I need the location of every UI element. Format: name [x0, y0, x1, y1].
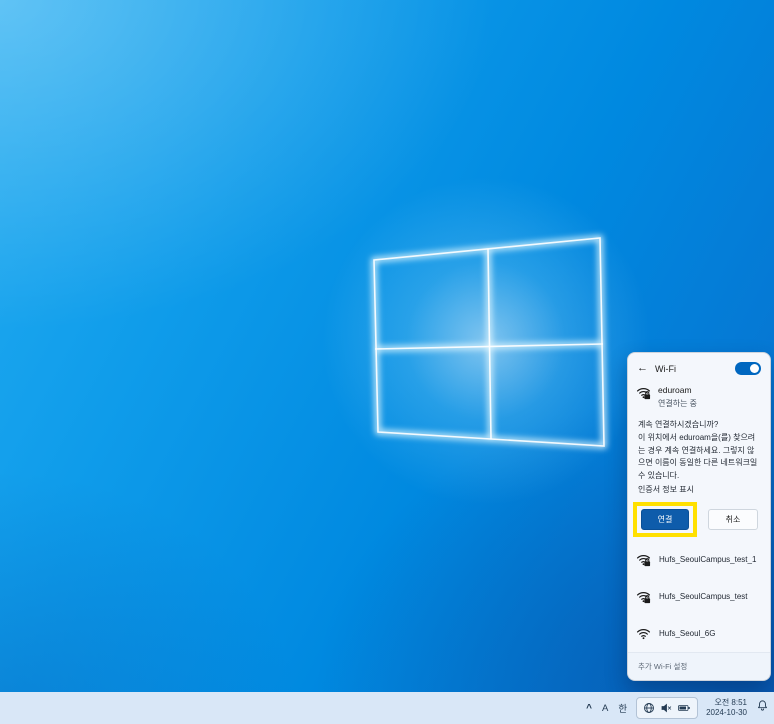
- network-list: Hufs_SeoulCampus_test_1 Hufs_SeoulCampus…: [628, 541, 770, 652]
- show-hidden-icons-chevron[interactable]: ^: [585, 703, 593, 714]
- clock-time: 오전 8:51: [706, 698, 747, 708]
- clock-date: 2024-10-30: [706, 708, 747, 718]
- globe-network-icon: [643, 702, 655, 714]
- network-item[interactable]: Hufs_SeoulCampus_test_1: [628, 541, 770, 578]
- wifi-toggle-knob: [750, 364, 759, 373]
- connect-button[interactable]: 연결: [641, 509, 689, 530]
- ssid-label: Hufs_SeoulCampus_test: [659, 592, 748, 601]
- wifi-flyout-panel: ← Wi-Fi eduroam 연결하는 중 계속 연결하시겠습니까? 이 위치…: [627, 352, 771, 681]
- wifi-lock-icon: [636, 385, 651, 400]
- wifi-toggle[interactable]: [735, 362, 761, 375]
- wifi-lock-icon: [636, 589, 651, 604]
- ime-korean-indicator[interactable]: 한: [617, 701, 628, 715]
- network-item[interactable]: Hufs_Seoul_6G: [628, 615, 770, 652]
- screen: ← Wi-Fi eduroam 연결하는 중 계속 연결하시겠습니까? 이 위치…: [0, 0, 774, 724]
- ssid-label: eduroam: [658, 385, 697, 395]
- taskbar-clock[interactable]: 오전 8:51 2024-10-30: [706, 698, 747, 719]
- ime-latin-indicator[interactable]: A: [601, 703, 609, 714]
- wifi-icon: [636, 626, 651, 641]
- back-icon[interactable]: ←: [637, 363, 648, 374]
- wifi-panel-header: ← Wi-Fi: [628, 353, 770, 381]
- taskbar: ^ A 한 오전 8:51 2024-10-3: [0, 692, 774, 724]
- wifi-lock-icon: [636, 552, 651, 567]
- ssid-label: Hufs_Seoul_6G: [659, 629, 715, 638]
- network-item[interactable]: Hufs_SeoulCampus_test: [628, 578, 770, 615]
- connect-prompt: 계속 연결하시겠습니까? 이 위치에서 eduroam을(를) 찾으려는 경우 …: [628, 409, 770, 482]
- notification-bell-icon[interactable]: [756, 699, 769, 717]
- prompt-question: 계속 연결하시겠습니까?: [638, 419, 760, 431]
- windows-logo: [348, 208, 624, 474]
- cancel-button[interactable]: 취소: [708, 509, 758, 530]
- more-wifi-settings-link[interactable]: 추가 Wi-Fi 설정: [628, 652, 770, 680]
- network-item-eduroam[interactable]: eduroam 연결하는 중: [628, 381, 770, 409]
- wifi-panel-title: Wi-Fi: [655, 364, 676, 374]
- button-row: 연결 취소: [633, 502, 762, 537]
- annotation-highlight-box: 연결: [633, 502, 697, 537]
- connection-status: 연결하는 중: [658, 398, 697, 409]
- volume-mute-icon: [660, 702, 672, 714]
- prompt-body: 이 위치에서 eduroam을(를) 찾으려는 경우 계속 연결하세요. 그렇지…: [638, 432, 760, 482]
- ssid-label: Hufs_SeoulCampus_test_1: [659, 555, 756, 564]
- certificate-info-link[interactable]: 인증서 정보 표시: [628, 482, 770, 496]
- quick-settings-group[interactable]: [636, 697, 698, 719]
- battery-icon: [677, 702, 691, 714]
